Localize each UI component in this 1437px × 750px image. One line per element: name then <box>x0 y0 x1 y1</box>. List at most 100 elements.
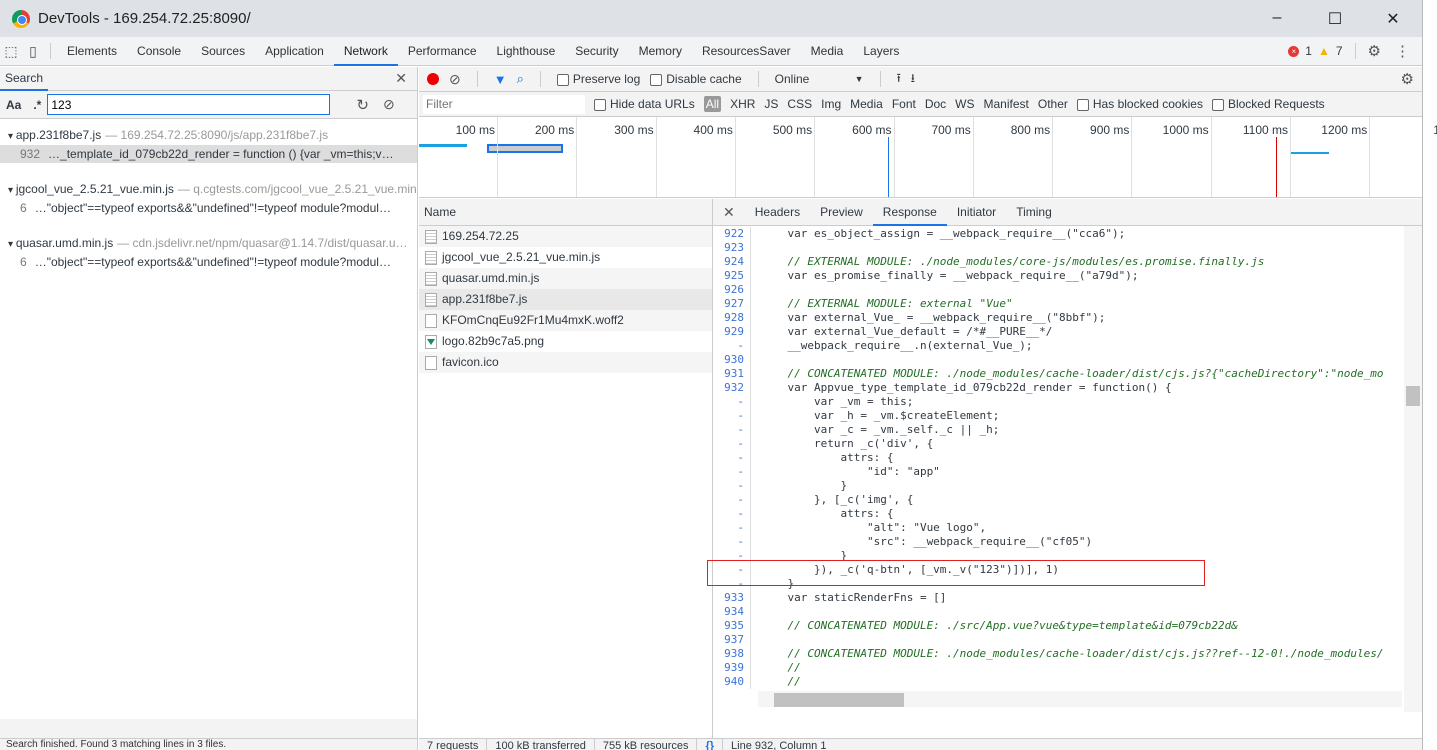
network-panel: ⊘ ▼ ⌕ Preserve log Disable cache Online … <box>419 67 1437 750</box>
code-line: 934 <box>713 605 1402 619</box>
code-text: __webpack_require__.n(external_Vue_); <box>761 339 1033 352</box>
tab-application[interactable]: Application <box>255 37 334 66</box>
close-window-button[interactable]: ✕ <box>1364 9 1422 29</box>
filter-type-ws[interactable]: WS <box>955 97 974 111</box>
error-icon[interactable]: × <box>1288 45 1300 57</box>
request-row[interactable]: 169.254.72.25 <box>419 226 712 247</box>
clear-log-icon[interactable]: ⊘ <box>449 71 461 88</box>
device-toolbar-icon[interactable]: ▯ <box>22 43 44 60</box>
timeline-overview[interactable]: 100 ms 200 ms 300 ms 400 ms 500 ms 600 ms 700 … <box>419 117 1437 198</box>
regex-button[interactable]: .* <box>33 98 41 112</box>
filter-type-font[interactable]: Font <box>892 97 916 111</box>
result-line[interactable]: 6 …"object"==typeof exports&&"undefined"!… <box>0 199 417 217</box>
minimize-button[interactable]: – <box>1248 9 1306 29</box>
error-count[interactable]: 1 <box>1305 44 1312 58</box>
result-file-header[interactable]: ▾ quasar.umd.min.js — cdn.jsdelivr.net/np… <box>0 233 417 253</box>
filter-type-css[interactable]: CSS <box>787 97 812 111</box>
blocked-requests-checkbox[interactable]: Blocked Requests <box>1211 97 1325 111</box>
request-row[interactable]: logo.82b9c7a5.png <box>419 331 712 352</box>
tab-headers[interactable]: Headers <box>745 199 810 226</box>
export-har-icon[interactable]: ⭳ <box>911 69 915 90</box>
line-number: 929 <box>713 325 751 339</box>
more-menu-icon[interactable]: ⋮ <box>1395 42 1410 60</box>
expand-arrow-icon[interactable]: ▾ <box>8 185 16 196</box>
filter-type-img[interactable]: Img <box>821 97 841 111</box>
expand-arrow-icon[interactable]: ▾ <box>8 239 16 250</box>
hide-data-urls-checkbox[interactable]: Hide data URLs <box>594 97 695 111</box>
has-blocked-cookies-checkbox[interactable]: Has blocked cookies <box>1076 97 1203 111</box>
request-row[interactable]: jgcool_vue_2.5.21_vue.min.js <box>419 247 712 268</box>
request-row[interactable]: app.231f8be7.js <box>419 289 712 310</box>
code-line: 932 var Appvue_type_template_id_079cb22d… <box>713 381 1402 395</box>
tab-elements[interactable]: Elements <box>57 37 127 66</box>
divider <box>539 71 541 87</box>
result-line[interactable]: 932 …_template_id_079cb22d_render = funct… <box>0 145 417 163</box>
result-line[interactable]: 6 …"object"==typeof exports&&"undefined"!… <box>0 253 417 271</box>
filter-type-manifest[interactable]: Manifest <box>984 97 1029 111</box>
import-har-icon[interactable]: ⭱ <box>897 69 901 90</box>
search-input[interactable] <box>47 94 331 115</box>
code-text: "alt": "Vue logo", <box>761 521 987 534</box>
record-button[interactable] <box>427 73 439 85</box>
tab-response[interactable]: Response <box>872 199 947 226</box>
filter-input[interactable] <box>423 94 585 114</box>
close-detail-icon[interactable]: ✕ <box>713 204 745 221</box>
tab-security[interactable]: Security <box>565 37 628 66</box>
tab-performance[interactable]: Performance <box>398 37 487 66</box>
request-row[interactable]: KFOmCnqEu92Fr1Mu4mxK.woff2 <box>419 310 712 331</box>
tab-sources[interactable]: Sources <box>191 37 255 66</box>
filter-type-media[interactable]: Media <box>850 97 883 111</box>
line-number: - <box>713 465 751 479</box>
settings-gear-icon[interactable]: ⚙ <box>1368 42 1381 60</box>
filter-type-xhr[interactable]: XHR <box>730 97 755 111</box>
throttle-select[interactable]: Online <box>775 72 845 86</box>
request-row[interactable]: favicon.ico <box>419 352 712 373</box>
vertical-scrollbar[interactable] <box>1404 226 1422 712</box>
line-number: 924 <box>713 255 751 269</box>
search-icon[interactable]: ⌕ <box>517 71 524 87</box>
code-text: } <box>761 549 848 562</box>
clear-icon[interactable]: ⊘ <box>383 96 395 113</box>
result-file-url: — 169.254.72.25:8090/js/app.231f8be7.js <box>105 128 329 142</box>
request-row[interactable]: quasar.umd.min.js <box>419 268 712 289</box>
filter-all-button[interactable]: All <box>703 96 722 112</box>
result-file-header[interactable]: ▾ jgcool_vue_2.5.21_vue.min.js — q.cgtest… <box>0 179 417 199</box>
code-text: var Appvue_type_template_id_079cb22d_ren… <box>761 381 1172 394</box>
tab-initiator[interactable]: Initiator <box>947 199 1006 226</box>
warning-count[interactable]: 7 <box>1336 44 1343 58</box>
line-number: 928 <box>713 311 751 325</box>
filter-funnel-icon[interactable]: ▼ <box>494 72 507 87</box>
maximize-button[interactable]: ☐ <box>1306 9 1364 29</box>
match-case-button[interactable]: Aa <box>6 98 21 112</box>
tab-lighthouse[interactable]: Lighthouse <box>487 37 566 66</box>
tab-layers[interactable]: Layers <box>853 37 909 66</box>
warning-icon[interactable]: ▲ <box>1318 44 1330 58</box>
tab-network[interactable]: Network <box>333 37 398 66</box>
code-line: - __webpack_require__.n(external_Vue_); <box>713 339 1402 353</box>
tab-resourcessaver[interactable]: ResourcesSaver <box>692 37 801 66</box>
chevron-down-icon[interactable]: ▼ <box>855 74 864 84</box>
preserve-log-checkbox[interactable]: Preserve log <box>556 72 640 86</box>
tab-media[interactable]: Media <box>801 37 854 66</box>
response-code[interactable]: 922 var es_object_assign = __webpack_req… <box>713 227 1402 689</box>
close-search-icon[interactable]: ✕ <box>395 70 407 87</box>
filter-type-doc[interactable]: Doc <box>925 97 946 111</box>
refresh-icon[interactable]: ↻ <box>356 96 369 114</box>
result-file-header[interactable]: ▾ app.231f8be7.js — 169.254.72.25:8090/js… <box>0 125 417 145</box>
filter-type-other[interactable]: Other <box>1038 97 1068 111</box>
expand-arrow-icon[interactable]: ▾ <box>8 131 16 142</box>
tab-console[interactable]: Console <box>127 37 191 66</box>
tab-preview[interactable]: Preview <box>810 199 873 226</box>
line-number: 927 <box>713 297 751 311</box>
code-text: // CONCATENATED MODULE: ./node_modules/c… <box>761 647 1384 660</box>
horizontal-scrollbar[interactable] <box>758 691 1402 707</box>
disable-cache-checkbox[interactable]: Disable cache <box>650 72 742 86</box>
pretty-print-icon[interactable]: {} <box>697 739 724 750</box>
search-tab[interactable]: Search <box>0 67 49 91</box>
name-column-header[interactable]: Name <box>419 199 712 226</box>
network-settings-icon[interactable]: ⚙ <box>1401 70 1414 88</box>
filter-type-js[interactable]: JS <box>764 97 778 111</box>
inspect-element-icon[interactable]: ⬚ <box>0 43 22 60</box>
tab-timing[interactable]: Timing <box>1006 199 1062 226</box>
tab-memory[interactable]: Memory <box>629 37 692 66</box>
